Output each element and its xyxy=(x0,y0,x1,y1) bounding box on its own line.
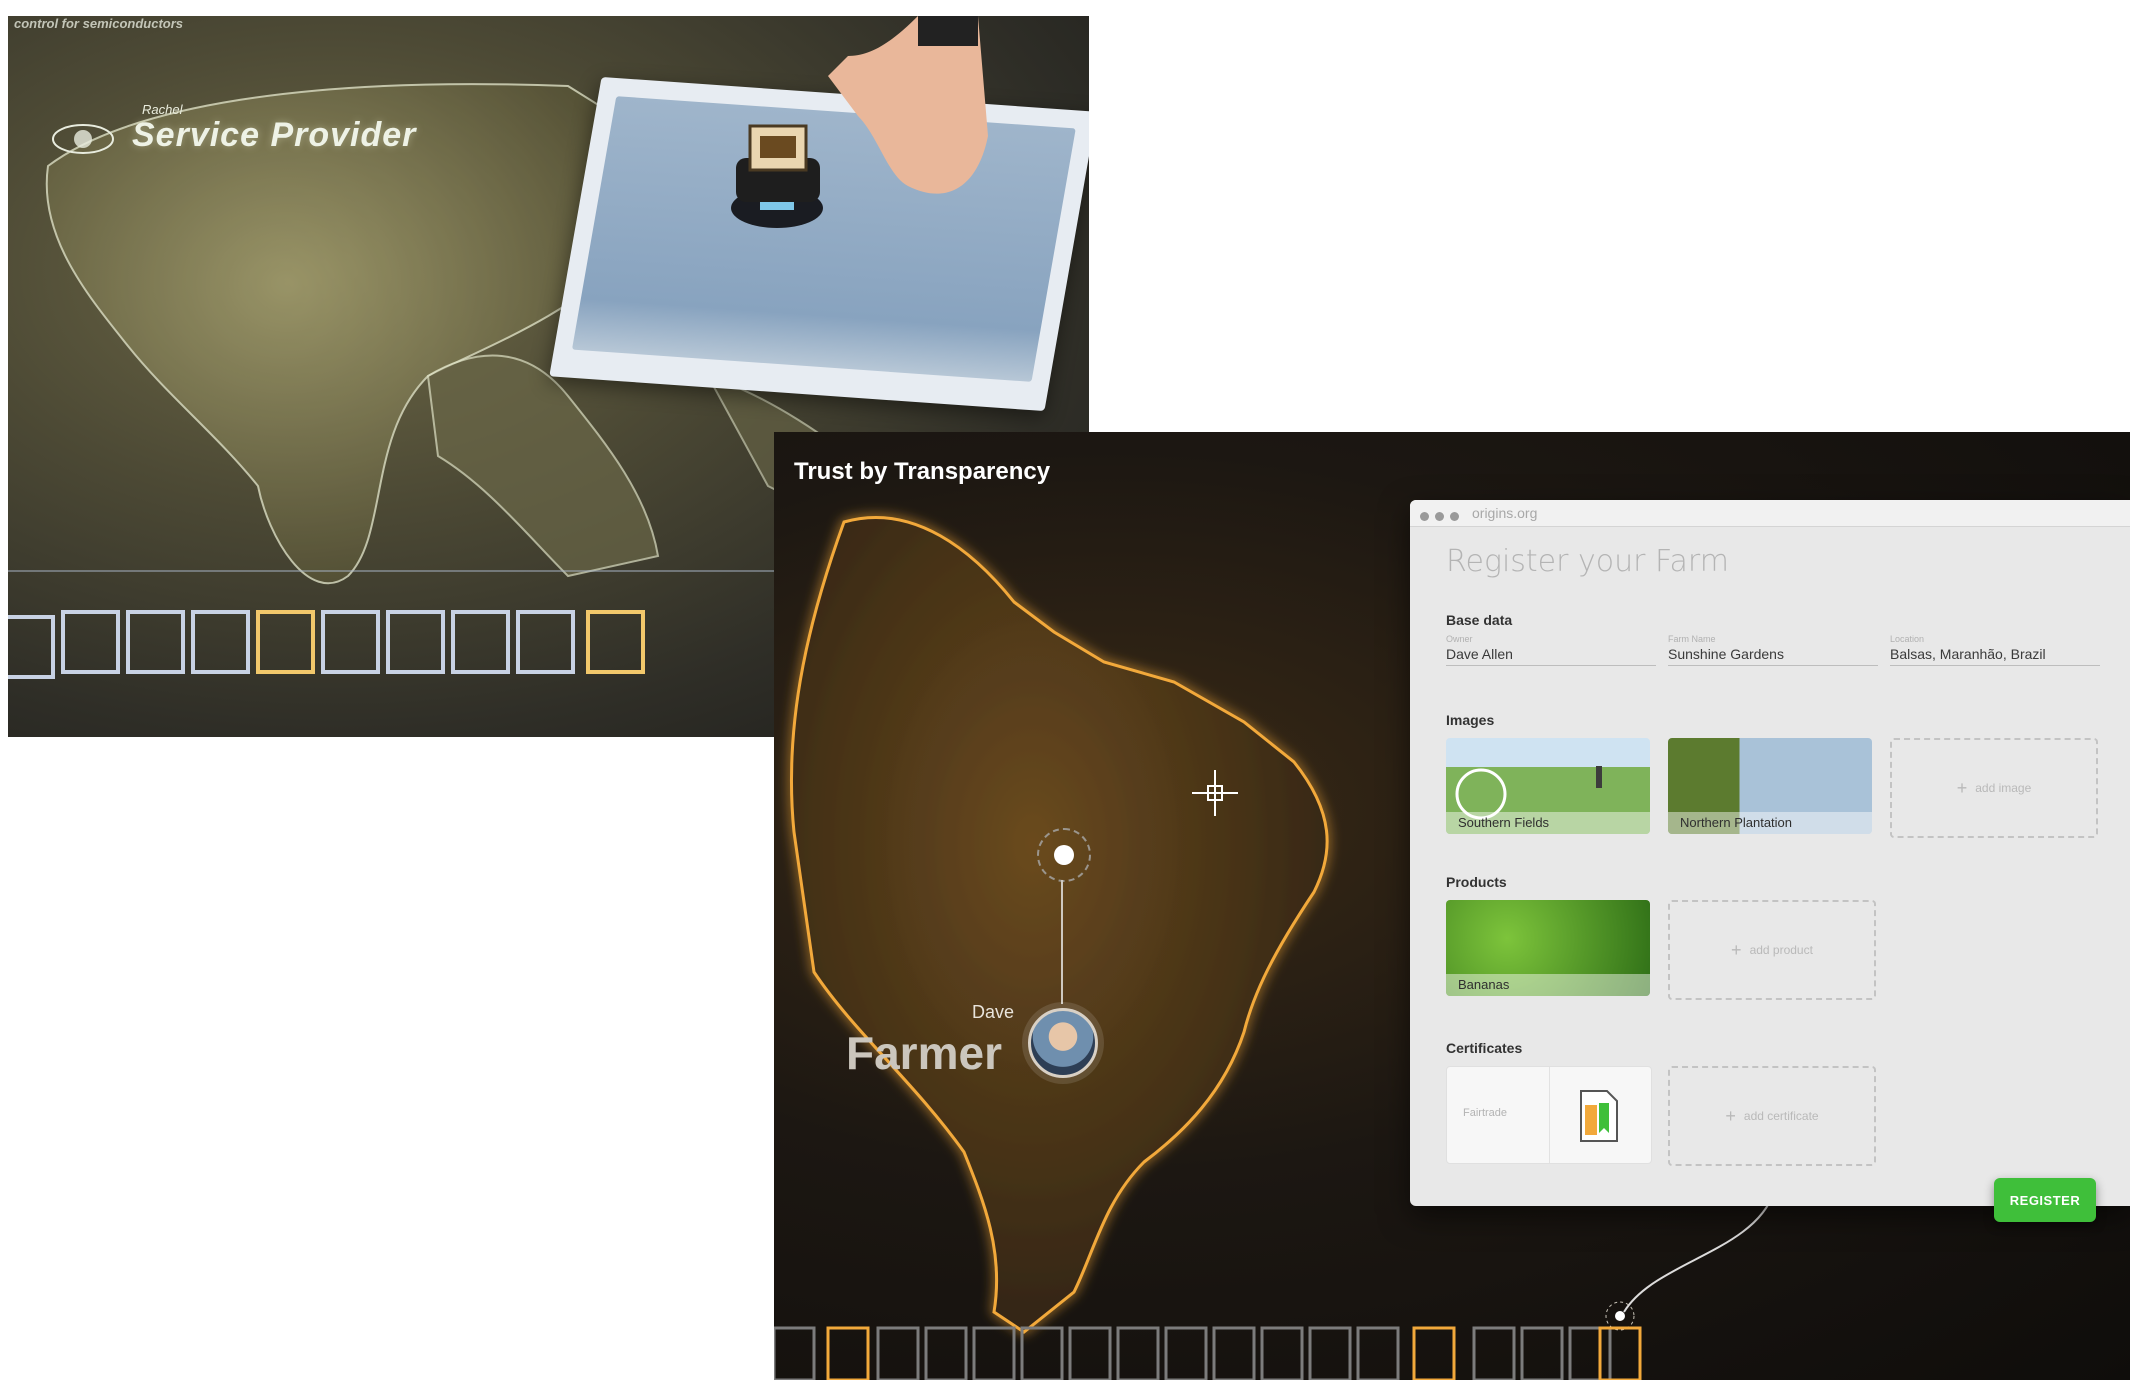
owner-label: Owner xyxy=(1446,634,1473,644)
page-title: Register your Farm xyxy=(1446,544,1729,579)
add-certificate-button[interactable]: + add certificate xyxy=(1668,1066,1876,1166)
section-base-data: Base data xyxy=(1446,612,1513,628)
section-products: Products xyxy=(1446,874,1507,890)
photo-caption: control for semiconductors xyxy=(14,16,184,31)
register-window: origins.org Register your Farm Base data… xyxy=(1410,500,2130,1206)
owner-field[interactable]: Owner Dave Allen xyxy=(1446,634,1656,666)
register-button[interactable]: REGISTER xyxy=(1994,1178,2096,1222)
section-certificates: Certificates xyxy=(1446,1040,1523,1056)
farm-name-value: Sunshine Gardens xyxy=(1668,646,1784,662)
location-field[interactable]: Location Balsas, Maranhão, Brazil xyxy=(1890,634,2100,666)
pin-connector xyxy=(1061,880,1063,1004)
add-product-label: add product xyxy=(1749,943,1813,957)
window-titlebar: origins.org xyxy=(1410,500,2130,527)
globe-icon xyxy=(52,124,114,154)
avatar[interactable] xyxy=(1028,1008,1098,1078)
plus-icon: + xyxy=(1725,1105,1736,1126)
image-caption: Southern Fields xyxy=(1446,812,1650,834)
certificate-divider xyxy=(1549,1067,1550,1163)
product-bananas[interactable]: Bananas xyxy=(1446,900,1650,996)
add-image-label: add image xyxy=(1975,781,2032,795)
person-role: Farmer xyxy=(846,1027,1002,1079)
plus-icon: + xyxy=(1731,939,1742,960)
location-label: Location xyxy=(1890,634,1925,644)
transparency-ui: Trust by Transparency Dave Farmer origin… xyxy=(774,432,2130,1380)
person-name: Dave xyxy=(972,1002,1015,1022)
image-caption: Northern Plantation xyxy=(1668,812,1872,834)
location-value: Balsas, Maranhão, Brazil xyxy=(1890,646,2046,662)
add-product-button[interactable]: + add product xyxy=(1668,900,1876,1000)
product-caption: Bananas xyxy=(1446,974,1650,996)
certificate-document-icon xyxy=(1580,1090,1618,1142)
crosshair-icon[interactable] xyxy=(1190,768,1240,818)
owner-value: Dave Allen xyxy=(1446,646,1513,662)
certificate-card[interactable]: Fairtrade xyxy=(1446,1066,1652,1164)
farm-name-label: Farm Name xyxy=(1668,634,1716,644)
image-southern-fields[interactable]: Southern Fields xyxy=(1446,738,1650,834)
farm-name-field[interactable]: Farm Name Sunshine Gardens xyxy=(1668,634,1878,666)
certificate-label: Fairtrade xyxy=(1463,1107,1508,1119)
blockchain-strip xyxy=(774,1326,1642,1380)
section-images: Images xyxy=(1446,712,1495,728)
provider-role: Service Provider xyxy=(132,116,417,154)
add-image-button[interactable]: + add image xyxy=(1890,738,2098,838)
provider-name: Rachel xyxy=(142,102,183,117)
url-text: origins.org xyxy=(1472,505,1538,521)
plus-icon: + xyxy=(1956,777,1968,798)
brand-title: Trust by Transparency xyxy=(794,458,1051,485)
add-certificate-label: add certificate xyxy=(1743,1109,1819,1123)
location-pin[interactable] xyxy=(1037,828,1091,882)
window-controls[interactable] xyxy=(1420,508,1465,526)
image-northern-plantation[interactable]: Northern Plantation xyxy=(1668,738,1872,834)
hand-illustration xyxy=(828,16,988,194)
